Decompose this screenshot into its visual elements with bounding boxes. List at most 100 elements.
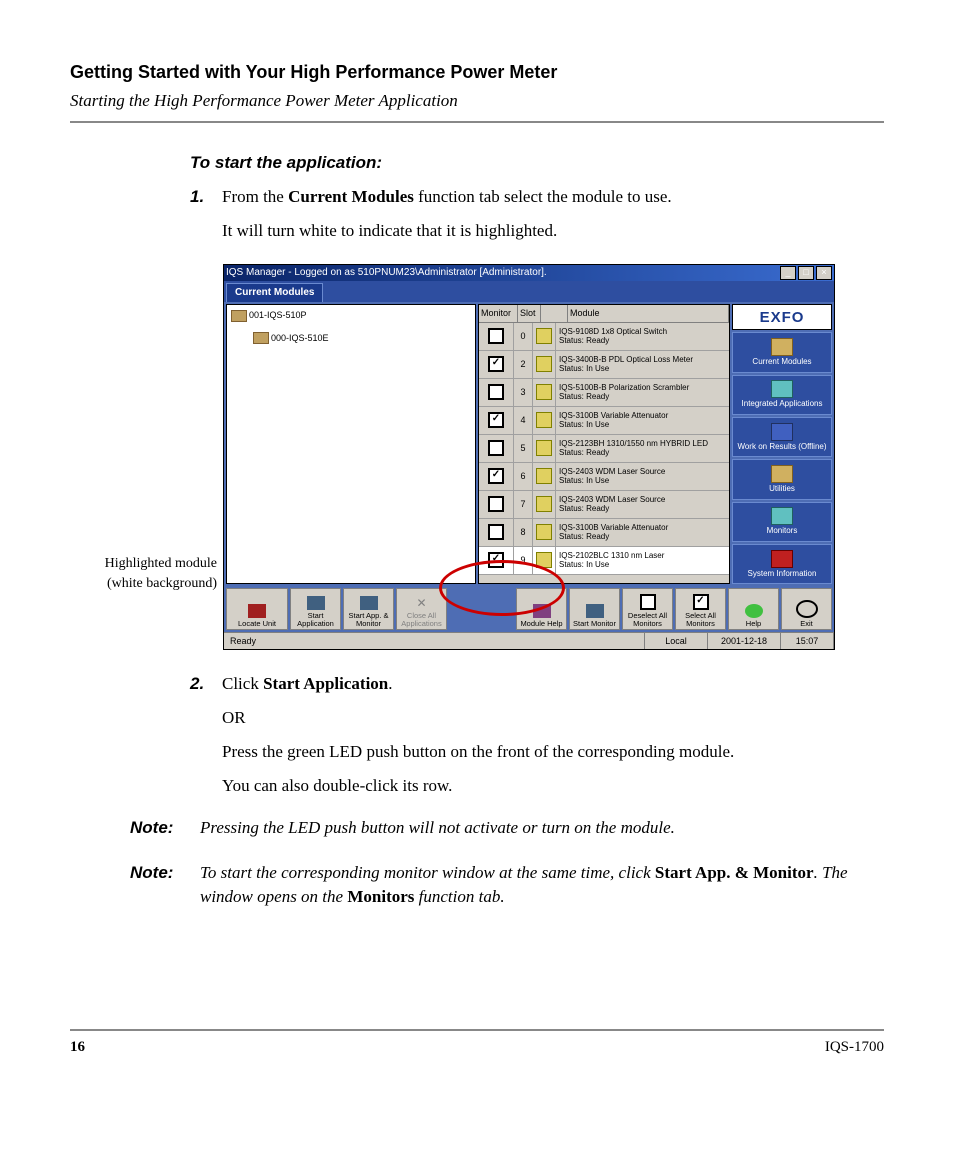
status-date: 2001-12-18 <box>708 633 781 649</box>
start-app-icon <box>307 596 325 610</box>
monitor-checkbox[interactable] <box>488 524 504 540</box>
nav-monitors[interactable]: Monitors <box>732 502 832 542</box>
module-info: IQS-3100B Variable AttenuatorStatus: In … <box>556 407 729 434</box>
slot-number: 9 <box>514 547 533 574</box>
page-number: 16 <box>70 1037 85 1058</box>
monitor-checkbox[interactable] <box>488 440 504 456</box>
app-window: IQS Manager - Logged on as 510PNUM23\Adm… <box>223 264 835 650</box>
window-title: IQS Manager - Logged on as 510PNUM23\Adm… <box>226 266 547 280</box>
col-monitor: Monitor <box>479 305 518 322</box>
table-row[interactable]: 5 IQS-2123BH 1310/1550 nm HYBRID LEDStatu… <box>479 435 729 463</box>
step-2-p3: You can also double-click its row. <box>222 774 874 798</box>
col-icon <box>541 305 568 322</box>
monitor-checkbox[interactable] <box>488 328 504 344</box>
slot-number: 7 <box>514 491 533 518</box>
window-titlebar[interactable]: IQS Manager - Logged on as 510PNUM23\Adm… <box>224 265 834 281</box>
table-row[interactable]: ✓ 2 IQS-3400B-B PDL Optical Loss MeterStat… <box>479 351 729 379</box>
close-all-apps-button[interactable]: ✕Close All Applications <box>396 588 447 630</box>
close-button[interactable]: × <box>816 266 832 280</box>
help-icon <box>745 604 763 618</box>
callout-highlighted-module: Highlighted module (white background) <box>82 264 223 593</box>
exit-button[interactable]: Exit <box>781 588 832 630</box>
table-row[interactable]: 7IQS-2403 WDM Laser SourceStatus: Ready <box>479 491 729 519</box>
nav-current-modules[interactable]: Current Modules <box>732 332 832 372</box>
module-icon <box>536 440 552 456</box>
col-module: Module <box>568 305 729 322</box>
monitor-checkbox[interactable]: ✓ <box>488 552 504 568</box>
locate-unit-button[interactable]: Locate Unit <box>226 588 288 630</box>
table-row[interactable]: 8IQS-3100B Variable AttenuatorStatus: Re… <box>479 519 729 547</box>
start-app-mon-icon <box>360 596 378 610</box>
module-info: IQS-2102BLC 1310 nm LaserStatus: In Use <box>556 547 729 574</box>
status-bar: Ready Local 2001-12-18 15:07 <box>224 632 834 649</box>
table-row[interactable]: ✓ 4 IQS-3100B Variable AttenuatorStatus: I… <box>479 407 729 435</box>
start-application-label: Start Application <box>263 674 388 693</box>
step-1-para2: It will turn white to indicate that it i… <box>222 219 874 243</box>
step-1: 1. From the Current Modules function tab… <box>190 185 874 651</box>
maximize-button[interactable]: □ <box>798 266 814 280</box>
nav-utilities[interactable]: Utilities <box>732 459 832 499</box>
table-row[interactable]: 0IQS-9108D 1x8 Optical SwitchStatus: Rea… <box>479 323 729 351</box>
status-local: Local <box>645 633 708 649</box>
start-application-button[interactable]: Start Application <box>290 588 341 630</box>
module-info: IQS-9108D 1x8 Optical SwitchStatus: Read… <box>556 323 729 350</box>
module-icon <box>536 328 552 344</box>
tab-current-modules[interactable]: Current Modules <box>226 283 323 302</box>
slot-number: 4 <box>514 407 533 434</box>
slot-number: 3 <box>514 379 533 406</box>
step-2-text: Click Start Application. <box>222 674 393 693</box>
monitor-checkbox[interactable]: ✓ <box>488 356 504 372</box>
tree-item-root[interactable]: 001-IQS-510P <box>231 309 471 322</box>
module-icon <box>536 552 552 568</box>
start-app-monitor-button[interactable]: Start App. & Monitor <box>343 588 394 630</box>
slot-number: 8 <box>514 519 533 546</box>
note-label: Note: <box>130 816 190 840</box>
step-2: 2. Click Start Application. OR Press the… <box>190 672 874 797</box>
help-button[interactable]: Help <box>728 588 779 630</box>
nav-work-on-results[interactable]: Work on Results (Offline) <box>732 417 832 457</box>
nav-integrated-apps[interactable]: Integrated Applications <box>732 375 832 415</box>
step-2-number: 2. <box>190 672 204 696</box>
note-2-text: To start the corresponding monitor windo… <box>200 861 874 909</box>
step-1-text: From the Current Modules function tab se… <box>222 187 672 206</box>
module-info: IQS-3400B-B PDL Optical Loss MeterStatus… <box>556 351 729 378</box>
status-ready: Ready <box>224 633 645 649</box>
step-2-or: OR <box>222 706 874 730</box>
start-mon-icon <box>586 604 604 618</box>
tree-item-child[interactable]: 000-IQS-510E <box>253 332 471 345</box>
deselect-all-monitors-button[interactable]: Deselect All Monitors <box>622 588 673 630</box>
slot-number: 6 <box>514 463 533 490</box>
table-row[interactable]: ✓ 6 IQS-2403 WDM Laser SourceStatus: In Us… <box>479 463 729 491</box>
monitor-checkbox[interactable]: ✓ <box>488 412 504 428</box>
step-1-number: 1. <box>190 185 204 209</box>
note-1-text: Pressing the LED push button will not ac… <box>200 816 874 840</box>
slot-number: 5 <box>514 435 533 462</box>
unit-tree[interactable]: 001-IQS-510P 000-IQS-510E <box>226 304 476 584</box>
minimize-button[interactable]: _ <box>780 266 796 280</box>
monitors-icon <box>771 507 793 525</box>
module-info: IQS-2123BH 1310/1550 nm HYBRID LEDStatus… <box>556 435 729 462</box>
unchecked-icon <box>640 594 656 610</box>
module-icon <box>536 412 552 428</box>
slot-number: 2 <box>514 351 533 378</box>
table-row[interactable]: 3IQS-5100B-B Polarization ScramblerStatu… <box>479 379 729 407</box>
modules-icon <box>771 338 793 356</box>
apps-icon <box>771 380 793 398</box>
select-all-monitors-button[interactable]: ✓Select All Monitors <box>675 588 726 630</box>
exfo-logo: EXFO <box>732 304 832 330</box>
unit-icon <box>253 332 269 344</box>
table-row[interactable]: ✓ 9 IQS-2102BLC 1310 nm LaserStatus: In Us… <box>479 547 729 575</box>
module-info: IQS-2403 WDM Laser SourceStatus: In Use <box>556 463 729 490</box>
module-icon <box>536 524 552 540</box>
start-app-monitor-label: Start App. & Monitor <box>655 863 814 882</box>
doc-id: IQS-1700 <box>825 1037 884 1058</box>
monitor-checkbox[interactable] <box>488 496 504 512</box>
module-grid: Monitor Slot Module 0IQS-9108D 1x8 Optic… <box>478 304 730 584</box>
utilities-icon <box>771 465 793 483</box>
status-time: 15:07 <box>781 633 834 649</box>
start-monitor-button[interactable]: Start Monitor <box>569 588 620 630</box>
nav-system-info[interactable]: System Information <box>732 544 832 584</box>
monitor-checkbox[interactable]: ✓ <box>488 468 504 484</box>
module-help-button[interactable]: Module Help <box>516 588 567 630</box>
monitor-checkbox[interactable] <box>488 384 504 400</box>
